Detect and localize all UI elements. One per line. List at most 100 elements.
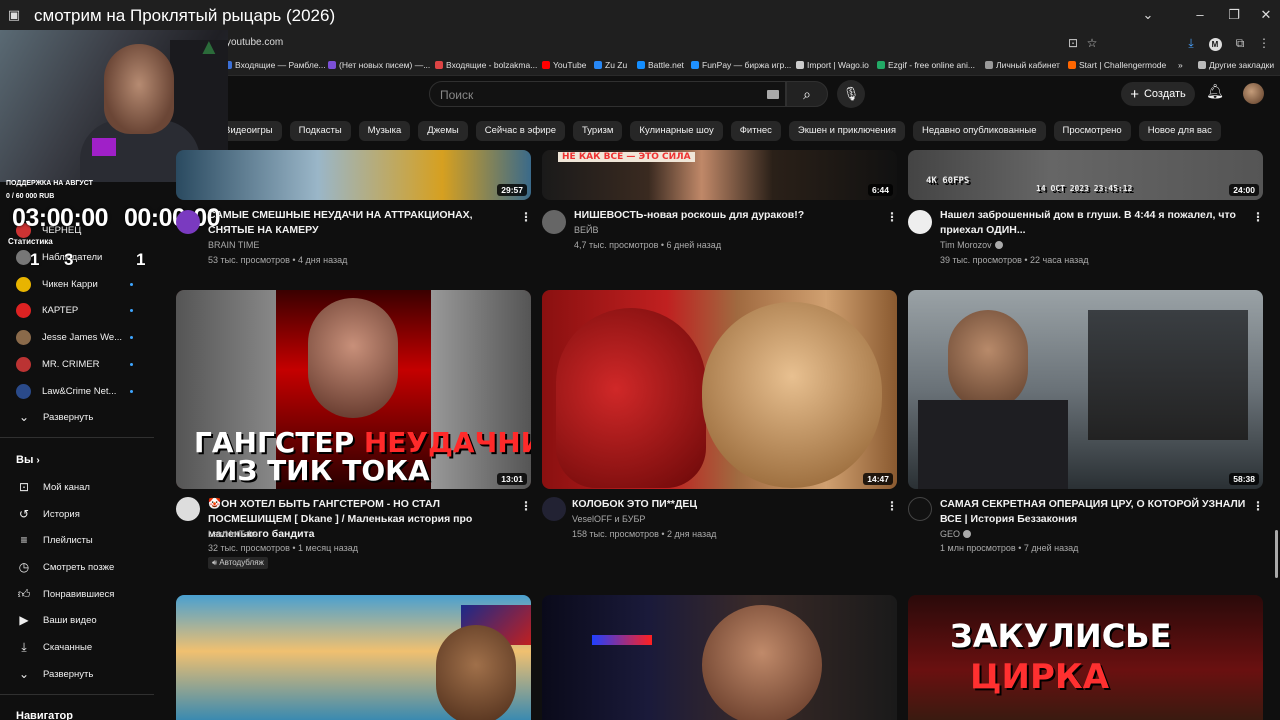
sidebar-item-playlists[interactable]: ≡ Плейлисты xyxy=(16,529,92,551)
chevron-down-icon: ⌄ xyxy=(18,410,30,424)
video-thumbnail[interactable]: 29:57 xyxy=(176,150,531,200)
sidebar-item-liked[interactable]: 👍︎ Понравившиеся xyxy=(16,583,115,605)
video-thumbnail[interactable] xyxy=(542,595,897,720)
channel-name[interactable]: LastHotTake xyxy=(208,529,258,539)
channel-name[interactable]: Tim Morozov xyxy=(940,240,1003,250)
video-title[interactable]: Нашел заброшенный дом в глуши. В 4:44 я … xyxy=(940,208,1246,238)
more-bookmarks-icon[interactable]: » xyxy=(1178,60,1183,70)
sidebar-item-your-videos[interactable]: ▶ Ваши видео xyxy=(16,609,96,631)
channel-avatar[interactable] xyxy=(908,210,932,234)
sidebar-item-watch-later[interactable]: ◷ Смотреть позже xyxy=(16,556,115,578)
more-menu-icon[interactable]: ⋮ xyxy=(1254,33,1274,53)
sidebar-item-my-channel[interactable]: ⊡ Мой канал xyxy=(16,476,90,498)
chip-recent[interactable]: Недавно опубликованные xyxy=(912,121,1046,141)
bookmark-item[interactable]: Battle.net xyxy=(637,60,684,70)
create-button[interactable]: + Создать xyxy=(1121,82,1195,106)
search-input[interactable]: Поиск xyxy=(429,81,786,107)
install-app-icon[interactable]: ⊡ xyxy=(1063,33,1083,53)
bookmark-item[interactable]: (Нет новых писем) —... xyxy=(328,60,430,70)
video-thumbnail[interactable]: ГАНГСТЕР НЕУДАЧНИК ИЗ ТИК ТОКА 13:01 xyxy=(176,290,531,489)
video-title[interactable]: КОЛОБОК ЭТО ПИ**ДЕЦ xyxy=(572,497,878,512)
video-title[interactable]: НИШЕВОСТЬ-новая роскошь для дураков!? xyxy=(574,208,880,223)
history-icon: ↺ xyxy=(18,507,30,521)
bookmark-item[interactable]: Входящие — Рамбле... xyxy=(224,60,326,70)
channel-name[interactable]: ВЕЙВ xyxy=(574,225,598,235)
bookmark-item[interactable]: Start | Challengermode xyxy=(1068,60,1166,70)
sidebar-item-history[interactable]: ↺ История xyxy=(16,503,80,525)
more-options-icon[interactable]: ⋮ xyxy=(520,499,532,513)
sidebar-item-downloads[interactable]: ⤓ Скачанные xyxy=(16,636,92,658)
bookmark-item[interactable]: Ezgif - free online ani... xyxy=(877,60,975,70)
channel-avatar[interactable] xyxy=(176,497,200,521)
bookmark-folder[interactable]: Другие закладки xyxy=(1198,60,1274,70)
video-thumbnail[interactable]: 4K 60FPS 14 OCT 2023 23:45:12 24:00 xyxy=(908,150,1263,200)
light-glare xyxy=(92,138,116,156)
you-section-heading[interactable]: Вы › xyxy=(16,454,40,466)
chip-live[interactable]: Сейчас в эфире xyxy=(475,121,566,141)
chip-tourism[interactable]: Туризм xyxy=(573,121,623,141)
bookmark-item[interactable]: Import | Wago.io xyxy=(796,60,869,70)
video-thumbnail[interactable]: НЕ КАК ВСЕ — ЭТО СИЛА 6:44 xyxy=(542,150,897,200)
sidebar-subscription[interactable]: Law&Crime Net... xyxy=(16,380,116,402)
bookmark-item[interactable]: Входящие - bolzakma... xyxy=(435,60,537,70)
gmail-icon xyxy=(435,61,443,69)
sidebar-expand-subscriptions[interactable]: ⌄ Развернуть xyxy=(16,406,93,428)
funpay-icon xyxy=(691,61,699,69)
bookmark-item[interactable]: Личный кабинет xyxy=(985,60,1060,70)
profile-m-icon[interactable]: M xyxy=(1205,33,1225,53)
channel-name[interactable]: GEO xyxy=(940,529,972,539)
window-menu-icon[interactable]: ▣ xyxy=(4,5,24,25)
channel-avatar[interactable] xyxy=(542,210,566,234)
sidebar-subscription[interactable]: Чикен Карри xyxy=(16,273,98,295)
sidebar-subscription[interactable]: Jesse James We... xyxy=(16,326,122,348)
channel-avatar[interactable] xyxy=(908,497,932,521)
notifications-bell-icon[interactable]: 🔔︎ xyxy=(1205,83,1225,103)
more-options-icon[interactable]: ⋮ xyxy=(886,499,898,513)
channel-avatar[interactable] xyxy=(542,497,566,521)
avatar[interactable] xyxy=(1243,83,1264,104)
voice-search-button[interactable]: 🎙 xyxy=(837,80,865,108)
keyboard-icon[interactable] xyxy=(767,90,779,99)
bookmark-item[interactable]: Zu Zu xyxy=(594,60,627,70)
account-icon xyxy=(985,61,993,69)
video-title[interactable]: САМЫЕ СМЕШНЫЕ НЕУДАЧИ НА АТТРАКЦИОНАХ, С… xyxy=(208,208,514,238)
chip-new-for-you[interactable]: Новое для вас xyxy=(1138,121,1221,141)
search-button[interactable]: ⌕ xyxy=(786,81,828,107)
chip-jams[interactable]: Джемы xyxy=(418,121,468,141)
sidebar-subscription[interactable]: КАРТЕР xyxy=(16,299,78,321)
video-thumbnail[interactable] xyxy=(176,595,531,720)
close-icon[interactable]: ✕ xyxy=(1256,5,1276,25)
bookmark-star-icon[interactable]: ☆ xyxy=(1082,33,1102,53)
extensions-icon[interactable]: ⧉ xyxy=(1230,33,1250,53)
restore-icon[interactable]: ❐ xyxy=(1224,5,1244,25)
url-field[interactable]: youtube.com xyxy=(226,37,283,48)
sidebar-item-expand[interactable]: ⌄ Развернуть xyxy=(16,663,93,685)
video-thumbnail[interactable]: ЗАКУЛИСЬЕ ЦИРКА xyxy=(908,595,1263,720)
chip-action[interactable]: Экшен и приключения xyxy=(788,121,905,141)
channel-avatar[interactable] xyxy=(176,210,200,234)
chip-podcasts[interactable]: Подкасты xyxy=(289,121,351,141)
more-options-icon[interactable]: ⋮ xyxy=(1252,210,1264,224)
channel-name[interactable]: BRAIN TIME xyxy=(208,240,259,250)
chevron-down-icon[interactable]: ⌄ xyxy=(1138,5,1158,25)
video-thumbnail[interactable]: 58:38 xyxy=(908,290,1263,489)
sidebar-subscription[interactable]: Наблюдатели xyxy=(16,246,102,268)
sidebar-subscription[interactable]: MR. CRIMER xyxy=(16,353,100,375)
video-thumbnail[interactable]: 14:47 xyxy=(542,290,897,489)
more-options-icon[interactable]: ⋮ xyxy=(520,210,532,224)
support-label: ПОДДЕРЖКА НА АВГУСТ xyxy=(6,180,93,187)
minimize-icon[interactable]: – xyxy=(1190,5,1210,25)
chip-cooking[interactable]: Кулинарные шоу xyxy=(630,121,723,141)
channel-name[interactable]: VeselOFF и БУБР xyxy=(572,514,645,524)
chevron-right-icon: › xyxy=(36,455,40,466)
chip-fitness[interactable]: Фитнес xyxy=(730,121,781,141)
bookmark-item[interactable]: YouTube xyxy=(542,60,586,70)
more-options-icon[interactable]: ⋮ xyxy=(1252,499,1264,513)
video-title[interactable]: САМАЯ СЕКРЕТНАЯ ОПЕРАЦИЯ ЦРУ, О КОТОРОЙ … xyxy=(940,497,1246,527)
chip-watched[interactable]: Просмотрено xyxy=(1053,121,1131,141)
more-options-icon[interactable]: ⋮ xyxy=(886,210,898,224)
bookmark-item[interactable]: FunPay — биржа игр... xyxy=(691,60,791,70)
downloads-icon[interactable]: ⤓ xyxy=(1181,33,1201,53)
chip-music[interactable]: Музыка xyxy=(358,121,411,141)
page-scrollbar[interactable] xyxy=(1275,530,1278,578)
